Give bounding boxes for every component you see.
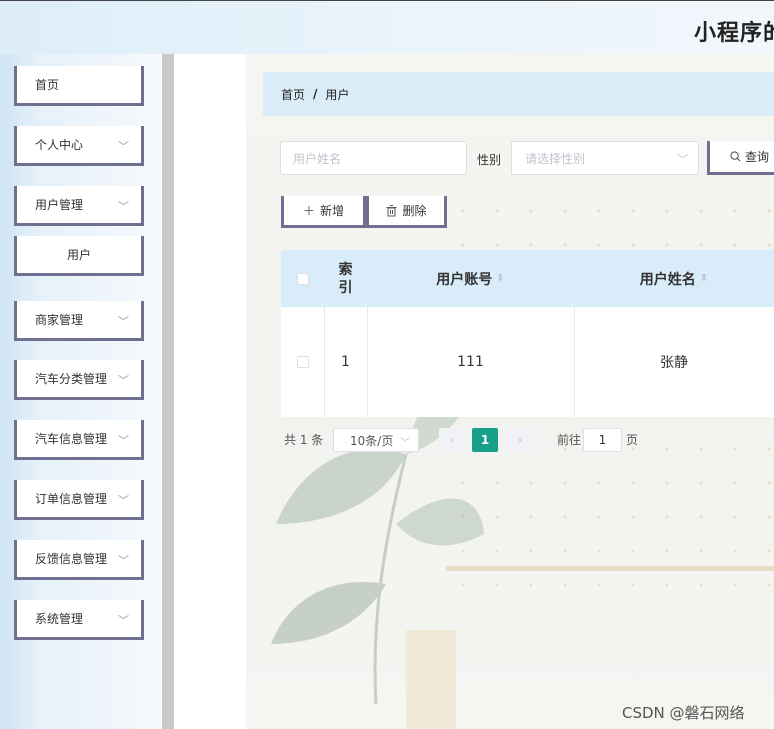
plus-icon: ＋ bbox=[302, 204, 315, 218]
chevron-down-icon: ﹀ bbox=[118, 554, 129, 567]
chevron-down-icon: ﹀ bbox=[118, 140, 129, 153]
pagination-total: 共 1 条 bbox=[284, 432, 324, 447]
chevron-down-icon: ﹀ bbox=[118, 200, 129, 213]
sidebar-item-order-info-management[interactable]: 订单信息管理 ﹀ bbox=[14, 480, 144, 520]
page-size-select[interactable]: 10条/页 ﹀ bbox=[333, 428, 419, 452]
cell-value: 1 bbox=[341, 354, 350, 370]
column-header-name[interactable]: 用户姓名 ⬍ bbox=[574, 250, 774, 307]
sidebar-item-car-category-management[interactable]: 汽车分类管理 ﹀ bbox=[14, 360, 144, 400]
breadcrumb-separator: / bbox=[313, 87, 318, 101]
delete-button-label: 删除 bbox=[402, 204, 427, 218]
sidebar-item-label: 汽车信息管理 bbox=[35, 432, 108, 446]
page-number-current[interactable]: 1 bbox=[472, 428, 498, 452]
sidebar-item-home[interactable]: 首页 bbox=[14, 66, 144, 106]
input-placeholder: 用户姓名 bbox=[293, 151, 342, 166]
page-size-value: 10条/页 bbox=[350, 433, 394, 448]
chevron-down-icon: ﹀ bbox=[118, 315, 129, 328]
sidebar-item-label: 首页 bbox=[35, 78, 60, 92]
goto-label: 前往 bbox=[557, 432, 582, 447]
index-cell: 1 bbox=[324, 307, 367, 417]
chevron-down-icon: ﹀ bbox=[118, 494, 129, 507]
name-cell: 张静 bbox=[574, 307, 774, 417]
chevron-down-icon: ﹀ bbox=[677, 153, 688, 166]
search-icon bbox=[730, 151, 741, 162]
account-cell: 111 bbox=[367, 307, 574, 417]
sidebar-item-label: 系统管理 bbox=[35, 612, 84, 626]
cell-value: 111 bbox=[457, 354, 484, 370]
top-bar: 小程序的 bbox=[0, 0, 774, 54]
row-checkbox[interactable] bbox=[296, 356, 309, 368]
background-shelf bbox=[446, 566, 774, 571]
sidebar-item-feedback-management[interactable]: 反馈信息管理 ﹀ bbox=[14, 540, 144, 580]
sort-icon[interactable]: ⬍ bbox=[496, 273, 504, 284]
trash-icon bbox=[386, 204, 397, 216]
sidebar-item-label: 用户 bbox=[66, 248, 91, 262]
breadcrumb: 首页 / 用户 bbox=[263, 72, 774, 116]
table-row[interactable]: 1 111 张静 bbox=[281, 307, 774, 417]
sidebar-item-system-management[interactable]: 系统管理 ﹀ bbox=[14, 600, 144, 640]
column-header-label: 索引 bbox=[338, 261, 353, 296]
sidebar-scrollbar[interactable] bbox=[162, 54, 174, 729]
sidebar-item-label: 汽车分类管理 bbox=[35, 372, 108, 386]
delete-button[interactable]: 删除 bbox=[366, 196, 447, 228]
chevron-down-icon: ﹀ bbox=[118, 614, 129, 627]
gender-select[interactable]: 请选择性别 ﹀ bbox=[511, 141, 699, 175]
gender-label: 性别 bbox=[477, 153, 502, 167]
sidebar-item-label: 订单信息管理 bbox=[35, 492, 108, 506]
sidebar-gap bbox=[174, 54, 246, 729]
column-header-account[interactable]: 用户账号 ⬍ bbox=[367, 250, 574, 307]
select-all-checkbox[interactable] bbox=[296, 272, 309, 285]
table-header: 索引 用户账号 ⬍ 用户姓名 ⬍ bbox=[281, 250, 774, 307]
chevron-down-icon: ﹀ bbox=[118, 434, 129, 447]
sidebar-item-personal-center[interactable]: 个人中心 ﹀ bbox=[14, 126, 144, 166]
column-header-label: 用户姓名 bbox=[639, 271, 696, 288]
sort-icon[interactable]: ⬍ bbox=[700, 273, 708, 284]
chevron-right-icon: › bbox=[517, 433, 523, 447]
sidebar-item-user-management[interactable]: 用户管理 ﹀ bbox=[14, 186, 144, 226]
goto-page-input[interactable]: 1 bbox=[583, 428, 622, 452]
row-select-cell bbox=[281, 307, 324, 417]
sidebar-item-car-info-management[interactable]: 汽车信息管理 ﹀ bbox=[14, 420, 144, 460]
sidebar-item-label: 用户管理 bbox=[35, 198, 84, 212]
cell-value: 张静 bbox=[660, 355, 688, 371]
select-all-cell bbox=[281, 250, 324, 307]
column-header-index: 索引 bbox=[324, 250, 367, 307]
breadcrumb-home[interactable]: 首页 bbox=[281, 86, 305, 103]
app-title: 小程序的 bbox=[694, 21, 774, 46]
column-header-label: 用户账号 bbox=[436, 271, 493, 288]
sidebar-subitem-users[interactable]: 用户 bbox=[14, 236, 144, 276]
query-button[interactable]: 查询 bbox=[707, 141, 774, 175]
add-button[interactable]: ＋ 新增 bbox=[281, 196, 366, 228]
sidebar-item-label: 商家管理 bbox=[35, 313, 84, 327]
chevron-down-icon: ﹀ bbox=[118, 374, 129, 387]
select-placeholder: 请选择性别 bbox=[525, 151, 586, 166]
sidebar-item-label: 个人中心 bbox=[35, 138, 84, 152]
prev-page-button[interactable]: ‹ bbox=[439, 428, 465, 452]
next-page-button[interactable]: › bbox=[507, 428, 533, 452]
page-suffix-label: 页 bbox=[626, 432, 639, 447]
breadcrumb-current: 用户 bbox=[325, 87, 350, 102]
sidebar-item-merchant-management[interactable]: 商家管理 ﹀ bbox=[14, 301, 144, 341]
add-button-label: 新增 bbox=[320, 204, 345, 218]
user-name-search-input[interactable]: 用户姓名 bbox=[280, 141, 467, 175]
chevron-down-icon: ﹀ bbox=[400, 438, 410, 449]
sidebar-item-label: 反馈信息管理 bbox=[35, 552, 108, 566]
page-number-label: 1 bbox=[480, 433, 490, 447]
goto-page-value: 1 bbox=[598, 433, 607, 447]
watermark: CSDN @磐石网络 bbox=[622, 704, 745, 722]
query-button-label: 查询 bbox=[745, 150, 770, 164]
chevron-left-icon: ‹ bbox=[449, 433, 455, 447]
